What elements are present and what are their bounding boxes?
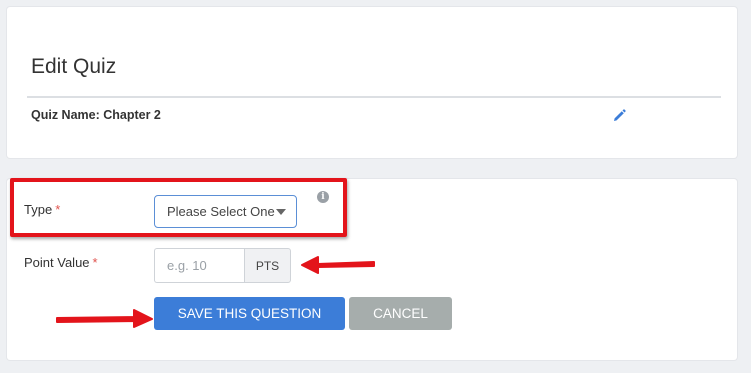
point-value-label: Point Value * — [24, 255, 98, 270]
question-form-card: Type* Please Select One i Point Value* P… — [7, 179, 737, 360]
cancel-button[interactable]: CANCEL — [349, 297, 452, 330]
quiz-name: Quiz Name: Chapter 2 — [31, 108, 161, 122]
type-label-text: Type — [24, 202, 53, 217]
point-value-group: PTS — [154, 248, 291, 283]
required-mark: * — [92, 255, 98, 270]
type-select[interactable]: Please Select One — [154, 195, 297, 228]
save-question-button[interactable]: SAVE THIS QUESTION — [154, 297, 345, 330]
required-mark: * — [55, 202, 61, 217]
type-select-value: Please Select One — [167, 204, 275, 219]
page-title: Edit Quiz — [31, 55, 117, 78]
type-label: Type * — [24, 202, 60, 217]
info-icon[interactable]: i — [317, 191, 329, 203]
quiz-header-card: Edit Quiz Quiz Name: Chapter 2 — [7, 7, 737, 158]
caret-down-icon — [276, 209, 286, 215]
pencil-icon[interactable] — [611, 108, 627, 124]
point-value-input[interactable] — [154, 248, 244, 283]
points-unit-addon: PTS — [244, 248, 291, 283]
point-value-label-text: Point Value — [24, 255, 90, 270]
header-divider — [27, 96, 721, 98]
